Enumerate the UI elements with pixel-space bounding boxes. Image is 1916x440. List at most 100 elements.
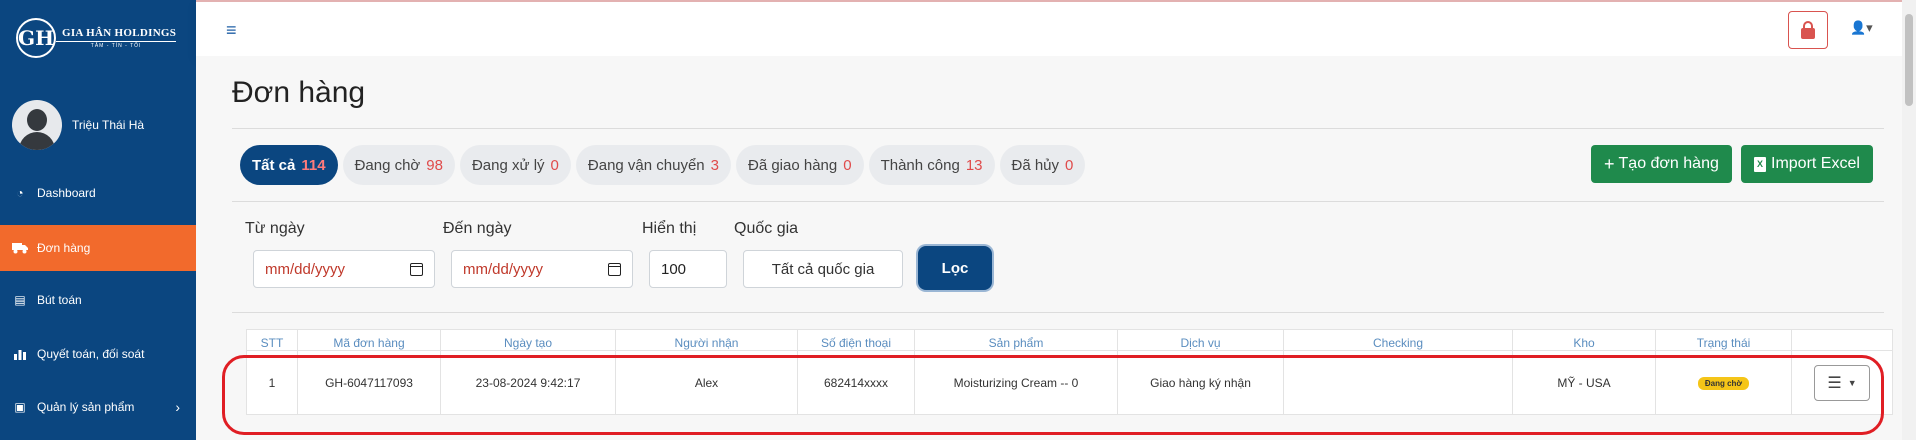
column-header[interactable]: Người nhận [615,329,798,351]
cell-stt: 1 [246,350,298,415]
to-date-label: Đến ngày [443,220,512,237]
cell-service: Giao hàng ký nhận [1117,350,1284,415]
calendar-icon[interactable] [608,262,621,276]
tab-count: 0 [1065,156,1074,174]
book-icon: ▤ [14,293,26,307]
sidebar-item-orders[interactable]: Đơn hàng [0,225,196,271]
calendar-icon[interactable] [410,262,423,276]
brand-logo[interactable]: GH GIA HÂN HOLDINGS TÂM - TÍN - TỐI [16,18,177,58]
cell-phone: 682414xxxx [797,350,915,415]
user-profile[interactable]: Triệu Thái Hà [12,100,144,150]
tab-delivered[interactable]: Đã giao hàng 0 [735,145,864,185]
from-date-input[interactable]: mm/dd/yyyy [253,250,435,288]
sidebar-item-settlement[interactable]: Quyết toán, đối soát [0,331,196,377]
divider [232,312,1884,313]
tab-processing[interactable]: Đang xử lý 0 [459,145,571,185]
sidebar-item-label: Đơn hàng [37,241,91,255]
tab-count: 3 [710,156,719,174]
from-date-label: Từ ngày [245,220,305,237]
column-header[interactable]: Sản phẩm [914,329,1118,351]
cell-order-code: GH-6047117093 [297,350,441,415]
list-icon: ☰ [1827,374,1842,392]
sidebar-item-label: Quyết toán, đối soát [37,347,145,361]
tab-label: Thành công [880,156,960,174]
country-select[interactable]: Tất cả quốc gia [743,250,903,288]
column-header[interactable]: Số điện thoại [797,329,915,351]
cell-product: Moisturizing Cream -- 0 [914,350,1118,415]
tab-count: 0 [843,156,852,174]
sidebar-item-journal[interactable]: ▤ Bút toán [0,277,196,323]
chevron-right-icon: › [175,399,180,415]
filter-button[interactable]: Lọc [918,246,992,290]
page-title: Đơn hàng [232,76,366,109]
create-order-button[interactable]: + Tạo đơn hàng [1591,145,1732,183]
tab-count: 98 [426,156,443,174]
excel-file-icon: X [1754,156,1766,172]
create-order-label: Tạo đơn hàng [1618,155,1719,172]
lock-icon [1801,20,1815,39]
table-row[interactable]: 1 GH-6047117093 23-08-2024 9:42:17 Alex … [246,350,1893,415]
tab-label: Đã hủy [1011,156,1060,174]
logo-mark: GH [16,18,56,58]
logo-text-block: GIA HÂN HOLDINGS TÂM - TÍN - TỐI [56,27,177,49]
tab-count: 13 [965,156,983,174]
to-date-input[interactable]: mm/dd/yyyy [451,250,633,288]
user-menu-icon[interactable]: 👤▾ [1850,20,1873,36]
caret-down-icon: ▼ [1847,377,1857,388]
dashboard-icon: ◔ [16,186,24,200]
menu-toggle-icon[interactable]: ≡ [226,20,237,41]
show-count-label: Hiển thị [642,220,697,237]
sidebar-item-dashboard[interactable]: ◔ Dashboard [0,170,196,216]
column-header[interactable]: Mã đơn hàng [297,329,441,351]
sidebar-item-label: Quản lý sản phẩm [37,400,135,414]
to-date-value: mm/dd/yyyy [463,260,544,278]
truck-icon [12,242,28,254]
scrollbar-thumb[interactable] [1905,14,1913,106]
table-header-row: STT Mã đơn hàng Ngày tạo Người nhận Số đ… [246,329,1893,351]
column-header[interactable]: STT [246,329,298,351]
main-content: Đơn hàng Tất cả 114 Đang chờ 98 Đang xử lý… [196,56,1902,440]
from-date-value: mm/dd/yyyy [265,260,346,278]
cell-checking [1283,350,1513,415]
tab-pending[interactable]: Đang chờ 98 [342,145,455,185]
row-actions-dropdown[interactable]: ☰ ▼ [1814,364,1870,401]
bar-chart-icon [12,348,28,360]
page-scrollbar[interactable] [1902,0,1916,440]
tab-success[interactable]: Thành công 13 [868,145,995,185]
cell-created: 23-08-2024 9:42:17 [440,350,616,415]
country-label: Quốc gia [734,220,799,237]
cell-warehouse: MỸ - USA [1512,350,1656,415]
tab-label: Đang xử lý [471,156,545,174]
plus-icon: + [1604,153,1615,174]
status-badge: Đang chờ [1697,377,1750,390]
tab-count: 0 [550,156,559,174]
tab-all[interactable]: Tất cả 114 [240,145,338,185]
divider [232,201,1884,202]
import-excel-button[interactable]: X Import Excel [1741,145,1873,183]
column-header[interactable]: Kho [1512,329,1656,351]
column-header[interactable]: Trạng thái [1655,329,1792,351]
sidebar: GH GIA HÂN HOLDINGS TÂM - TÍN - TỐI Triệ… [0,0,196,440]
show-count-input[interactable]: 100 [649,250,727,288]
column-header[interactable]: Dịch vụ [1117,329,1284,351]
sidebar-item-label: Bút toán [37,293,82,307]
tab-shipping[interactable]: Đang vận chuyển 3 [575,145,731,185]
divider [232,128,1884,129]
column-header[interactable]: Checking [1283,329,1513,351]
tab-count: 114 [301,156,326,174]
tab-label: Đang chờ [354,156,421,174]
import-excel-label: Import Excel [1771,155,1860,172]
tab-cancelled[interactable]: Đã hủy 0 [999,145,1086,185]
lock-button[interactable] [1788,11,1828,49]
cell-actions: ☰ ▼ [1791,350,1893,415]
column-header[interactable]: Ngày tạo [440,329,616,351]
sidebar-item-products[interactable]: ▣ Quản lý sản phẩm › [0,384,196,430]
cell-recipient: Alex [615,350,798,415]
orders-table: STT Mã đơn hàng Ngày tạo Người nhận Số đ… [246,329,1893,415]
column-header-actions [1791,329,1893,351]
box-icon: ▣ [14,400,26,414]
user-name: Triệu Thái Hà [72,118,145,132]
top-bar: ≡ 👤▾ [196,0,1916,56]
brand-name: GIA HÂN HOLDINGS [62,27,177,39]
status-tabs: Tất cả 114 Đang chờ 98 Đang xử lý 0 Đang vậ… [240,145,1086,185]
